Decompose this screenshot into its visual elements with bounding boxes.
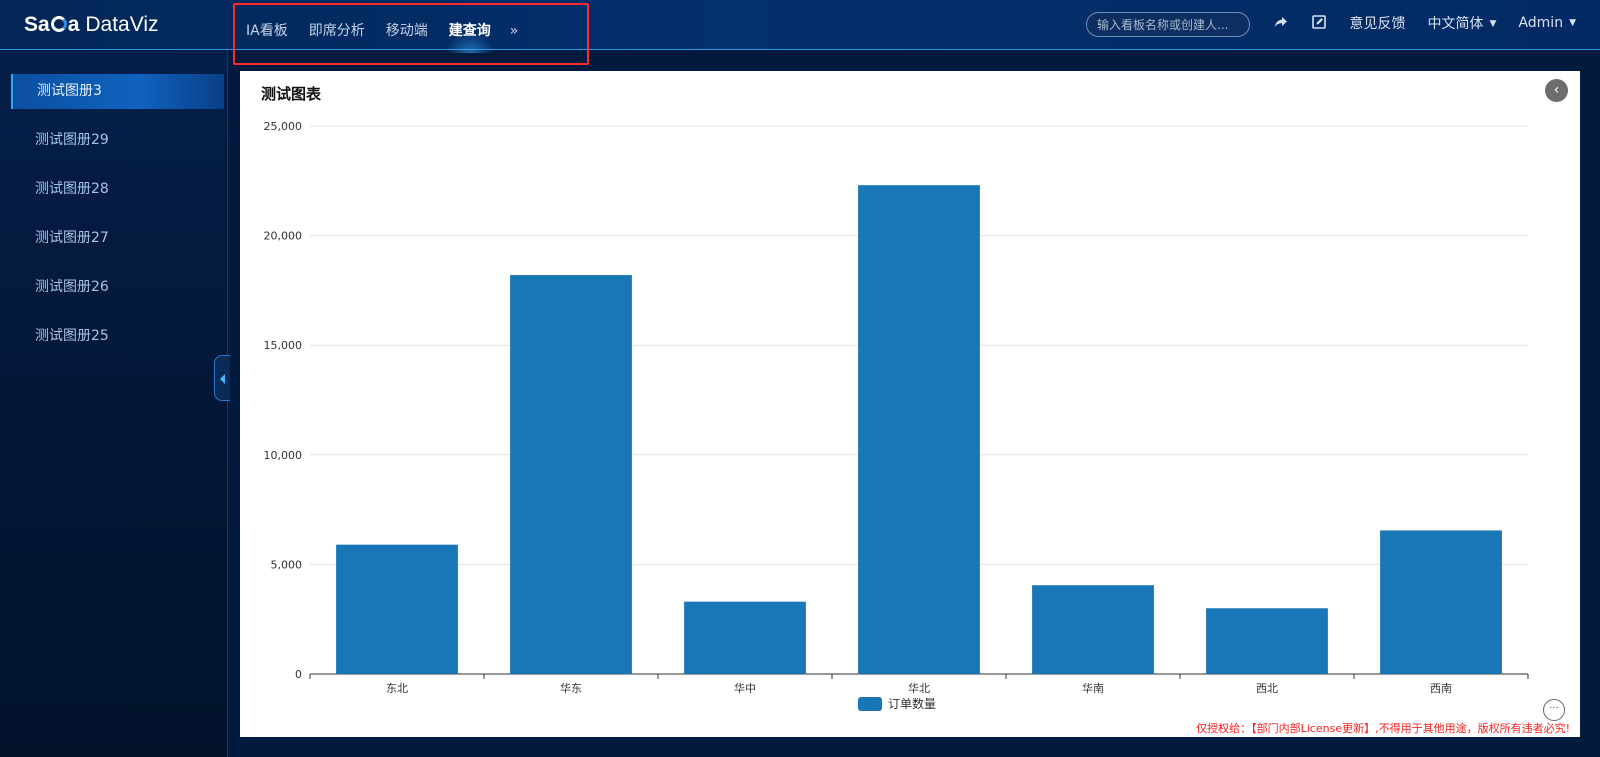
x-tick-label: 西北	[1256, 682, 1278, 695]
bottom-strip	[228, 737, 1600, 757]
x-tick-label: 华南	[1082, 681, 1104, 695]
nav-more-button[interactable]: »	[510, 23, 519, 39]
nav-item-ia-board[interactable]: IA看板	[246, 19, 288, 43]
x-tick-label: 东北	[386, 682, 408, 695]
top-nav-highlight-box: IA看板 即席分析 移动端 建查询 »	[233, 3, 589, 65]
x-tick-label: 华北	[908, 681, 930, 695]
feedback-link[interactable]: 意见反馈	[1350, 13, 1406, 33]
logo-mark-right: a	[67, 13, 80, 36]
x-tick-label: 华东	[560, 681, 582, 695]
bar-chart: 0 5,000 10,000 15,000 20,000 25,000 东北 华东 华中 华北 华南…	[264, 120, 1529, 711]
sidebar-collapse-handle[interactable]	[214, 355, 230, 401]
legend-swatch	[858, 697, 882, 711]
sidebar-item-album-27[interactable]: 测试图册27	[11, 221, 224, 256]
bar-2	[510, 275, 632, 674]
nav-item-build-query[interactable]: 建查询	[444, 19, 495, 53]
y-tick-label: 5,000	[271, 558, 303, 571]
legend-label: 订单数量	[888, 696, 936, 711]
y-tick-label: 0	[295, 668, 302, 681]
sidebar-item-album-29[interactable]: 测试图册29	[11, 123, 224, 158]
chart-title: 测试图表	[261, 86, 322, 103]
ellipsis-icon[interactable]: ···	[1543, 699, 1565, 721]
chart-panel: 0 5,000 10,000 15,000 20,000 25,000 东北 华东 华中 华北 华南…	[240, 71, 1580, 737]
logo-text: DataViz	[85, 13, 159, 36]
bar-5	[1032, 585, 1154, 674]
chevron-left-icon[interactable]: ‹	[1545, 79, 1568, 102]
language-label: 中文简体	[1427, 16, 1484, 32]
bar-7	[1380, 530, 1502, 674]
sidebar: 测试图册3 测试图册29 测试图册28 测试图册27 测试图册26 测试图册25	[0, 51, 228, 757]
share-icon[interactable]	[1272, 14, 1290, 32]
logo-ring-icon	[50, 16, 67, 32]
sidebar-item-album-28[interactable]: 测试图册28	[11, 172, 224, 207]
y-tick-label: 25,000	[264, 120, 303, 133]
x-tick-label: 西南	[1430, 682, 1452, 695]
top-nav: IA看板 即席分析 移动端 建查询 »	[246, 19, 519, 53]
sidebar-item-album-3[interactable]: 测试图册3	[11, 74, 224, 109]
language-dropdown[interactable]: 中文简体 ▼	[1428, 13, 1497, 33]
board-search-input[interactable]	[1086, 12, 1250, 37]
y-tick-label: 20,000	[264, 230, 303, 243]
logo-mark-left: Sa	[24, 13, 50, 36]
user-name: Admin	[1518, 15, 1564, 31]
top-bar: Saa DataViz IA看板 即席分析 移动端 建查询 » 意见反馈 中文简…	[0, 0, 1600, 65]
bar-6	[1206, 608, 1328, 674]
bar-1	[336, 544, 458, 674]
sidebar-item-album-26[interactable]: 测试图册26	[11, 270, 224, 305]
nav-item-mobile[interactable]: 移动端	[386, 19, 428, 43]
nav-item-adhoc-analysis[interactable]: 即席分析	[309, 19, 365, 43]
bar-3	[684, 601, 806, 674]
edit-square-icon[interactable]	[1310, 14, 1328, 32]
user-menu[interactable]: Admin ▼	[1518, 15, 1576, 31]
y-tick-label: 10,000	[264, 449, 303, 462]
logo-mark: Sa a	[24, 13, 79, 37]
top-right-actions: 意见反馈 中文简体 ▼ Admin ▼	[1252, 13, 1576, 33]
y-tick-label: 15,000	[264, 339, 303, 352]
license-notice: 仅授权给：【部门内部License更新】,不得用于其他用途，版权所有违者必究!	[1196, 722, 1570, 735]
sidebar-item-album-25[interactable]: 测试图册25	[11, 319, 224, 354]
bar-4	[858, 185, 980, 674]
x-tick-label: 华中	[734, 681, 756, 695]
app-logo[interactable]: Sa a DataViz	[24, 11, 159, 39]
chevron-down-icon: ▼	[1569, 18, 1576, 28]
chevron-down-icon: ▼	[1489, 19, 1497, 29]
